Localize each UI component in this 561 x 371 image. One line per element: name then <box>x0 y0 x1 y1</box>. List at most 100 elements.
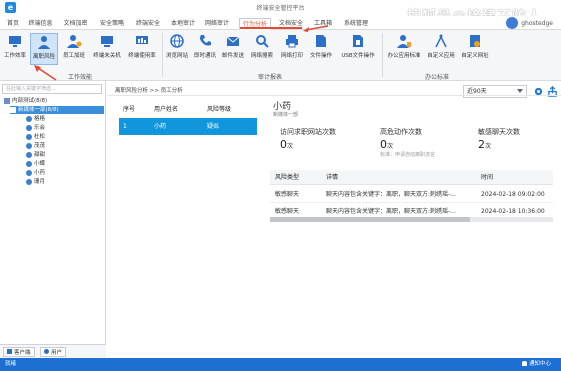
row-user-name: 小药 <box>154 123 167 130</box>
tree-node-org[interactable]: 内部测试(8/8) <box>4 97 47 105</box>
ribbon-file-op-button[interactable]: 文件操作 <box>307 33 335 65</box>
ribbon-mail-button[interactable]: 邮件发送 <box>220 33 246 65</box>
status-text: 就绪 <box>5 361 17 367</box>
compass-icon <box>435 34 447 48</box>
stat-number: 0 <box>280 138 287 151</box>
tree-node-label: 内部测试(8/8) <box>12 98 48 104</box>
tree-node-label: 珊月 <box>34 179 46 185</box>
tree-node-label: 甜甜 <box>34 152 46 158</box>
annotation-arrow-icon <box>303 25 329 32</box>
ribbon-work-efficiency-button[interactable]: 工作效率 <box>2 33 28 65</box>
date-range-value: 近90天 <box>467 88 487 95</box>
tree-search-input[interactable]: 在此输入关键字筛选... <box>2 84 102 94</box>
tree-node-dept[interactable]: 新媒体一部(8/8) <box>10 106 104 114</box>
phone-icon <box>200 35 211 46</box>
ribbon-print-button[interactable]: 网络打印 <box>279 33 305 65</box>
status-bar: 就绪 通知中心 <box>0 358 561 371</box>
ribbon-resign-risk-button[interactable]: 离职风险 <box>30 33 58 65</box>
table-row[interactable]: 1 小药 疑似 <box>119 118 257 135</box>
menu-local-audit[interactable]: 本地审计 <box>169 18 197 30</box>
person-risk-icon <box>38 36 50 49</box>
ribbon-toolbar: 工作效率 离职风险 员工加班 终端未关机 终端使用率 浏览网站 即时通讯 邮件发… <box>0 30 561 81</box>
risk-time: 2024-02-18 09:02:00 <box>481 191 545 198</box>
menu-security-policy[interactable]: 安全策略 <box>98 18 126 30</box>
date-range-select[interactable]: 近90天 <box>463 85 527 98</box>
ribbon-label: 文件操作 <box>309 53 332 59</box>
bell-icon <box>521 361 527 366</box>
stat-note: 标准：申请自动离职流言 <box>380 152 436 158</box>
ribbon-im-button[interactable]: 即时通讯 <box>192 33 218 65</box>
ribbon-label: 员工加班 <box>62 53 85 59</box>
menu-system-admin[interactable]: 系统管理 <box>342 18 370 30</box>
tab-users[interactable]: 用户 <box>40 347 67 357</box>
notification-label: 通知中心 <box>528 361 551 367</box>
group-divider <box>162 33 163 77</box>
file-icon <box>316 35 326 47</box>
ribbon-office-standard-button[interactable]: 办公应用标准 <box>385 33 423 65</box>
ribbon-label: 邮件发送 <box>221 53 244 59</box>
ribbon-label: 网络搜索 <box>250 53 273 59</box>
tree-node-user[interactable]: 珊月 <box>26 178 45 186</box>
detail-table-header: 风险类型 详情 时间 <box>270 170 553 185</box>
menu-doc-encrypt[interactable]: 文档加密 <box>62 18 89 30</box>
notification-center[interactable]: 通知中心 <box>521 358 551 371</box>
tree-node-user[interactable]: 茂茂 <box>26 142 45 150</box>
globe-icon <box>170 34 184 48</box>
tree-node-user[interactable]: 杜松 <box>26 133 45 141</box>
tree-node-user[interactable]: 乐会 <box>26 124 45 132</box>
column-header: 用户姓名 <box>154 106 179 113</box>
mail-icon <box>226 36 240 46</box>
ribbon-label: 离职风险 <box>32 54 55 60</box>
scrollbar-thumb[interactable] <box>270 217 470 222</box>
terminal-icon <box>101 36 113 47</box>
person-dept: 新媒体一部 <box>273 112 299 118</box>
search-icon <box>256 35 269 48</box>
column-header: 时间 <box>481 174 494 181</box>
menu-home[interactable]: 首页 <box>4 18 22 30</box>
ribbon-web-search-button[interactable]: 网络搜索 <box>249 33 275 65</box>
ribbon-custom-url-button[interactable]: 自定义网址 <box>459 33 491 65</box>
ribbon-label: 办公应用标准 <box>387 53 421 59</box>
app-window: e 终端安全管控平台 搜狐号@接建不防人 首页 终端信息 文档加密 安全策略 终… <box>0 0 561 371</box>
tree-node-user[interactable]: 小药 <box>26 169 45 177</box>
tree-node-user[interactable]: 甜甜 <box>26 151 45 159</box>
computer-icon <box>7 349 12 354</box>
user-icon <box>26 160 32 167</box>
table-row[interactable]: 敏感聊天 聊天内容包含关键字：离职，聊天双方:刺绣瑶-... 2024-02-1… <box>270 186 553 203</box>
ribbon-label: 网络打印 <box>280 53 303 59</box>
menu-network-audit[interactable]: 网络审计 <box>203 18 231 30</box>
monitor-icon <box>9 36 21 47</box>
tree-node-user[interactable]: 格格 <box>26 115 45 123</box>
tree-node-label: 格格 <box>34 116 46 122</box>
divider <box>107 95 561 96</box>
tree-node-user[interactable]: 小蝶 <box>26 160 45 168</box>
org-icon <box>4 97 10 104</box>
folder-icon <box>10 106 16 113</box>
ribbon-overtime-button[interactable]: 员工加班 <box>60 33 88 65</box>
horizontal-scrollbar[interactable] <box>270 217 553 222</box>
user-icon <box>44 349 49 354</box>
user-menu[interactable]: ghostedge <box>506 17 553 29</box>
user-icon <box>26 142 32 149</box>
ribbon-terminal-off-button[interactable]: 终端未关机 <box>90 33 124 65</box>
menu-terminal-security[interactable]: 终端安全 <box>134 18 162 30</box>
tab-label: 用户 <box>51 350 63 356</box>
stat-unit: 次 <box>387 143 394 150</box>
user-name: ghostedge <box>521 19 553 27</box>
ribbon-group-label: 审计报表 <box>258 74 283 81</box>
ribbon-label: 自定义网址 <box>461 53 489 59</box>
user-icon <box>26 151 32 158</box>
row-index: 1 <box>123 123 127 130</box>
ribbon-browse-web-button[interactable]: 浏览网站 <box>164 33 190 65</box>
ribbon-custom-app-button[interactable]: 自定义应用 <box>425 33 457 65</box>
risk-type: 敏感聊天 <box>275 191 300 198</box>
stat-label-sensitive-chat: 敏感聊天次数 <box>478 128 520 136</box>
ribbon-terminal-usage-button[interactable]: 终端使用率 <box>125 33 159 65</box>
menu-terminal-info[interactable]: 终端信息 <box>27 18 54 30</box>
usb-icon <box>353 35 363 47</box>
stat-label-job-sites: 访问求职网站次数 <box>280 128 336 136</box>
stat-value-sensitive-chat: 2次 <box>478 138 491 151</box>
tab-clients[interactable]: 客户端 <box>3 347 35 357</box>
ribbon-group-label: 办公标准 <box>425 74 450 81</box>
ribbon-usb-file-button[interactable]: USB文件操作 <box>337 33 379 65</box>
